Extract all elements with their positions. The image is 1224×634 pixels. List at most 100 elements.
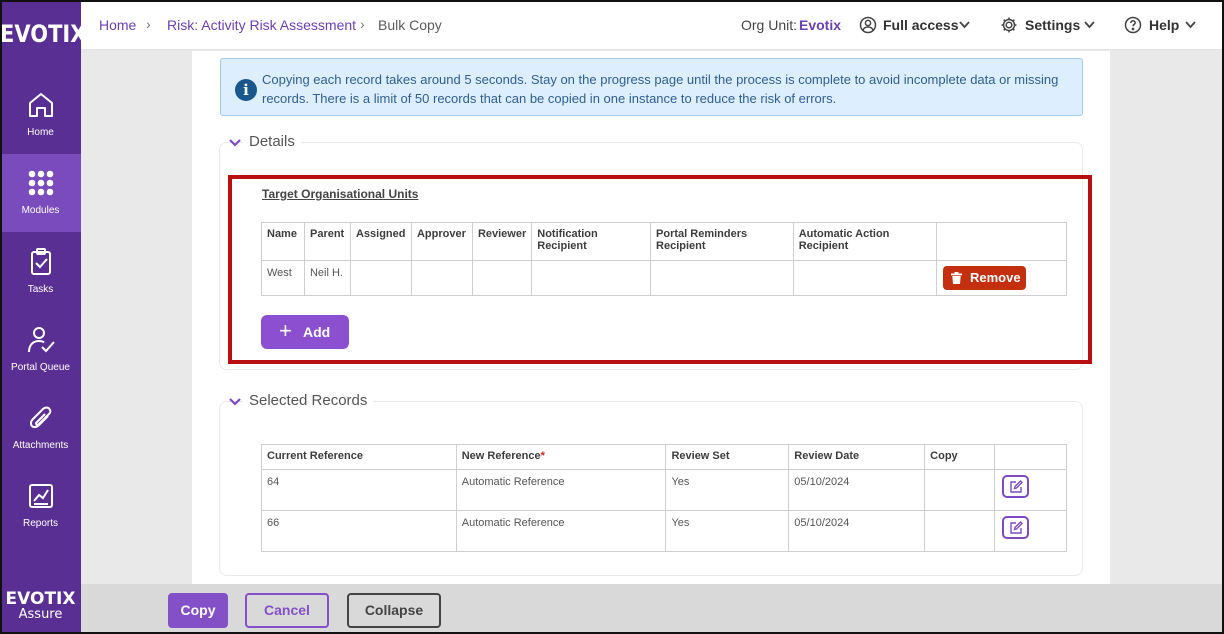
sidebar-item-modules[interactable]: Modules <box>0 154 81 232</box>
column-header: Review Set <box>665 444 790 470</box>
sidebar-item-label: Reports <box>22 518 58 529</box>
user-circle-icon <box>859 16 877 34</box>
breadcrumb-home[interactable]: Home <box>99 17 136 33</box>
column-header: New Reference* <box>455 444 667 470</box>
target-org-units-label: Target Organisational Units <box>262 187 419 201</box>
copy-button[interactable]: Copy <box>168 593 228 628</box>
details-title[interactable]: Details <box>243 133 301 150</box>
clipboard-check-icon <box>31 248 51 275</box>
sidebar-item-reports[interactable]: Reports <box>0 467 81 545</box>
chevron-down-icon[interactable] <box>1185 21 1196 29</box>
info-banner-text: Copying each record takes around 5 secon… <box>262 72 1059 106</box>
cell-copy[interactable] <box>924 469 996 511</box>
cell-approver[interactable] <box>410 260 473 296</box>
chevron-down-icon[interactable] <box>229 398 241 406</box>
paperclip-icon <box>29 406 52 429</box>
column-header: Portal Reminders Recipient <box>650 222 794 261</box>
cancel-button[interactable]: Cancel <box>245 593 329 628</box>
column-header <box>994 444 1067 470</box>
plus-icon: + <box>279 318 292 343</box>
content-gutter-right <box>1110 51 1224 584</box>
table-row: 66 Automatic Reference Yes 05/10/2024 <box>261 510 1067 552</box>
sidebar-item-home[interactable]: Home <box>0 76 81 154</box>
column-header: Approver <box>410 222 473 261</box>
cell-review-date: 05/10/2024 <box>788 510 926 552</box>
cell-new-reference: Automatic Reference <box>455 510 667 552</box>
selected-records-title[interactable]: Selected Records <box>243 392 374 409</box>
grid-dots-icon <box>28 170 54 196</box>
sidebar-item-label: Portal Queue <box>11 362 70 373</box>
required-asterisk: * <box>540 450 545 462</box>
sidebar-item-label: Attachments <box>12 440 69 451</box>
help-circle-icon <box>1124 16 1142 34</box>
user-check-icon <box>28 327 55 353</box>
chevron-right-icon: › <box>146 16 151 32</box>
gear-icon <box>1001 17 1017 33</box>
sidebar-item-portal-queue[interactable]: Portal Queue <box>0 311 81 389</box>
column-header: Current Reference <box>261 444 457 470</box>
column-header-label: New Reference <box>461 450 541 462</box>
content-gutter-left <box>81 51 192 584</box>
column-header: Name <box>261 222 305 261</box>
chevron-right-icon: › <box>360 16 365 32</box>
column-header: Reviewer <box>471 222 533 261</box>
cell-review-set: Yes <box>665 469 790 511</box>
trash-icon <box>951 272 962 284</box>
cell-automatic[interactable] <box>792 260 938 296</box>
sidebar-item-label: Modules <box>21 205 60 216</box>
access-menu[interactable]: Full access <box>883 17 959 33</box>
edit-icon <box>1010 480 1023 493</box>
sidebar-item-label: Home <box>27 127 54 138</box>
cell-review-set: Yes <box>665 510 790 552</box>
add-button-label: Add <box>303 324 331 340</box>
cell-notification[interactable] <box>531 260 652 296</box>
org-unit-label: Org Unit: <box>741 17 798 33</box>
cell-portal[interactable] <box>650 260 794 296</box>
home-icon <box>29 93 53 117</box>
chevron-down-icon[interactable] <box>959 21 970 29</box>
collapse-button[interactable]: Collapse <box>347 593 441 628</box>
table-header-row: Current Reference New Reference* Review … <box>261 444 1067 470</box>
add-button[interactable]: + Add <box>261 315 349 349</box>
sidebar-item-label: Tasks <box>27 284 54 295</box>
edit-record-button[interactable] <box>1002 475 1029 498</box>
cell-name: West <box>261 260 305 296</box>
table-row: 64 Automatic Reference Yes 05/10/2024 <box>261 469 1067 511</box>
sidebar: EVOTIX Home Modules Tasks Portal Queue A… <box>0 0 86 634</box>
info-banner: i Copying each record takes around 5 sec… <box>220 58 1083 116</box>
column-header: Assigned <box>349 222 412 261</box>
chart-report-icon <box>29 484 53 508</box>
settings-menu[interactable]: Settings <box>1025 17 1080 33</box>
sidebar-item-tasks[interactable]: Tasks <box>0 233 81 311</box>
cell-new-reference: Automatic Reference <box>455 469 667 511</box>
column-header: Parent <box>303 222 351 261</box>
cell-current-reference: 64 <box>261 469 457 511</box>
org-unit-value[interactable]: Evotix <box>799 17 841 33</box>
evotix-logo[interactable]: EVOTIX <box>0 20 86 48</box>
chevron-down-icon[interactable] <box>229 139 241 147</box>
cell-reviewer[interactable] <box>471 260 533 296</box>
brand-logo: EVOTIX Assure <box>0 589 81 622</box>
column-header <box>936 222 1067 261</box>
breadcrumb-module[interactable]: Risk: Activity Risk Assessment <box>167 17 356 33</box>
remove-button[interactable]: Remove <box>943 266 1026 290</box>
column-header: Copy <box>924 444 996 470</box>
chevron-down-icon[interactable] <box>1084 21 1095 29</box>
brand-name: EVOTIX <box>5 589 76 609</box>
help-menu[interactable]: Help <box>1149 17 1179 33</box>
column-header: Review Date <box>788 444 926 470</box>
sidebar-item-attachments[interactable]: Attachments <box>0 389 81 467</box>
cell-assigned[interactable] <box>349 260 412 296</box>
edit-icon <box>1010 521 1023 534</box>
breadcrumb-current: Bulk Copy <box>378 17 442 33</box>
cell-copy[interactable] <box>924 510 996 552</box>
info-icon: i <box>235 79 257 101</box>
column-header: Notification Recipient <box>531 222 652 261</box>
cell-parent: Neil H. <box>303 260 351 296</box>
column-header: Automatic Action Recipient <box>792 222 938 261</box>
table-header-row: Name Parent Assigned Approver Reviewer N… <box>261 222 1067 261</box>
top-bar: Home › Risk: Activity Risk Assessment › … <box>81 0 1224 50</box>
cell-review-date: 05/10/2024 <box>788 469 926 511</box>
edit-record-button[interactable] <box>1002 516 1029 539</box>
remove-button-label: Remove <box>970 270 1021 285</box>
